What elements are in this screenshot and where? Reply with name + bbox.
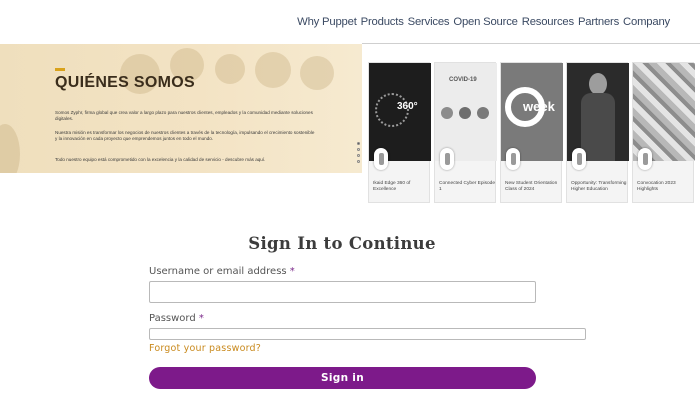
top-navigation: Why Puppet Products Services Open Source… (297, 0, 700, 44)
password-input[interactable] (149, 328, 586, 340)
title-accent-bar (55, 68, 65, 71)
team-photo-figure (255, 52, 291, 88)
video-caption: New Student Orientation Class of 2024 (505, 181, 558, 192)
play-icon[interactable] (440, 148, 454, 170)
video-card[interactable]: Opportunity: Transforming Higher Educati… (566, 62, 629, 203)
play-icon[interactable] (374, 148, 388, 170)
nav-link-services[interactable]: Services (408, 16, 450, 28)
nav-link-company[interactable]: Company (623, 16, 670, 28)
username-label: Username or email address * (149, 266, 295, 277)
carousel-dot[interactable] (357, 148, 360, 151)
nav-link-partners[interactable]: Partners (578, 16, 619, 28)
username-input[interactable] (149, 281, 536, 303)
carousel-dot[interactable] (357, 142, 360, 145)
video-card[interactable]: 360° Ikaid Edge 360 of Excellence (368, 62, 431, 203)
video-caption: Ikaid Edge 360 of Excellence (373, 181, 411, 192)
forgot-password-link[interactable]: Forgot your password? (149, 343, 261, 354)
carousel-dot[interactable] (357, 160, 360, 163)
nav-link-why-puppet[interactable]: Why Puppet (297, 16, 357, 28)
video-card[interactable]: week New Student Orientation Class of 20… (500, 62, 563, 203)
about-us-hero: QUIÉNES SOMOS Somos Zyphr, firma global … (0, 44, 362, 173)
thumbnail-text: 360° (397, 101, 418, 112)
video-thumbnail (633, 63, 695, 161)
thumbnail-text: COVID-19 (449, 77, 477, 83)
video-caption: Connected Cyber Episode 1 (439, 181, 495, 192)
play-icon[interactable] (638, 148, 652, 170)
password-label-text: Password (149, 313, 196, 324)
video-strip: 360° Ikaid Edge 360 of Excellence COVID-… (362, 44, 700, 212)
nav-link-resources[interactable]: Resources (522, 16, 574, 28)
team-photo-figure (0, 124, 20, 173)
carousel-dots (357, 142, 360, 166)
video-thumbnail: 360° (369, 63, 431, 161)
video-card[interactable]: Convocation 2023 Highlights (632, 62, 695, 203)
about-paragraph: Nuestra misión es transformar los negoci… (55, 130, 315, 141)
play-icon[interactable] (572, 148, 586, 170)
video-caption: Convocation 2023 Highlights (637, 181, 676, 192)
signin-button[interactable]: Sign in (149, 367, 536, 389)
team-photo-figure (215, 54, 245, 84)
play-icon[interactable] (506, 148, 520, 170)
signin-title: Sign In to Continue (248, 234, 436, 253)
about-title: QUIÉNES SOMOS (55, 74, 195, 91)
username-label-text: Username or email address (149, 266, 287, 277)
video-thumbnail: COVID-19 (435, 63, 497, 161)
team-photo-figure (300, 56, 334, 90)
video-caption: Opportunity: Transforming Higher Educati… (571, 181, 627, 192)
video-thumbnail (567, 63, 629, 161)
about-paragraph: Todo nuestro equipo está comprometido co… (55, 157, 266, 162)
thumbnail-text: week (523, 99, 555, 114)
nav-link-products[interactable]: Products (361, 16, 404, 28)
required-mark: * (289, 266, 295, 277)
about-paragraph: Somos Zyphr, firma global que crea valor… (55, 110, 313, 121)
password-label: Password * (149, 313, 204, 324)
nav-link-open-source[interactable]: Open Source (453, 16, 518, 28)
video-card[interactable]: COVID-19 Connected Cyber Episode 1 (434, 62, 497, 203)
video-thumbnail: week (501, 63, 563, 161)
required-mark: * (198, 313, 204, 324)
carousel-dot[interactable] (357, 154, 360, 157)
